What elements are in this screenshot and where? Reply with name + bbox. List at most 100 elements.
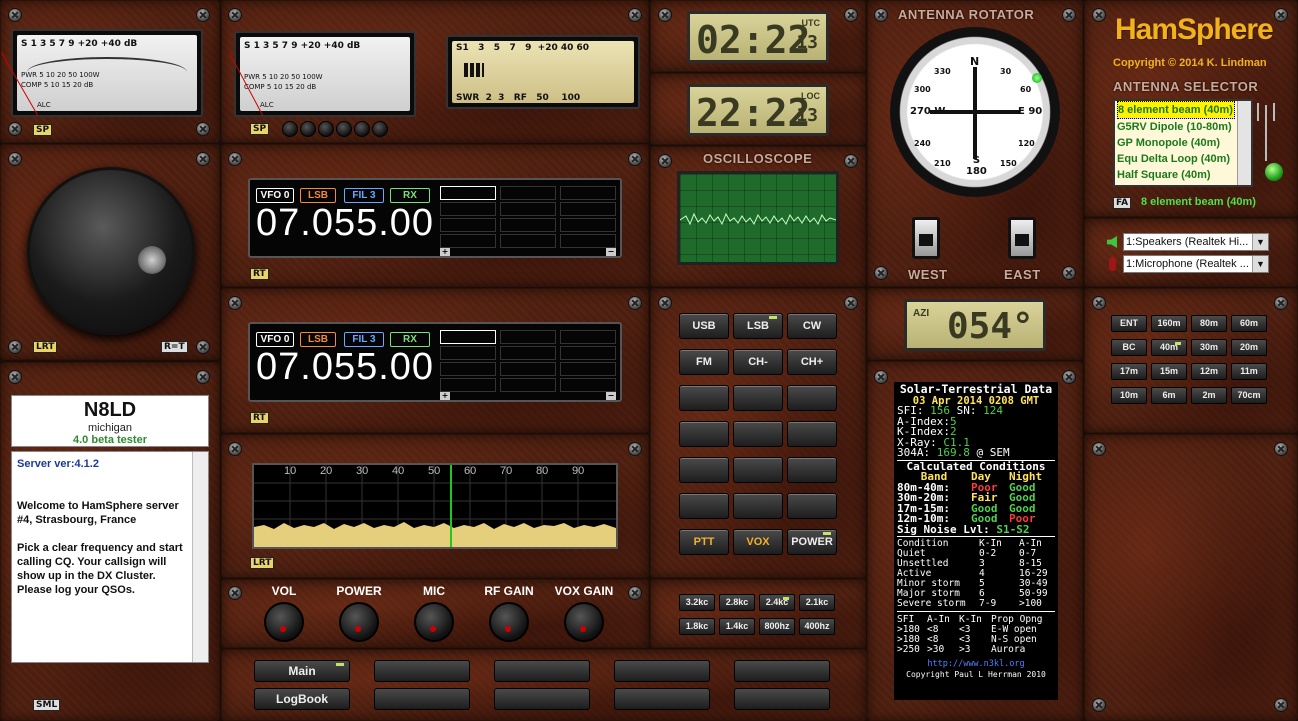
minus-icon[interactable]: − [606,248,616,256]
minus-icon[interactable]: − [606,392,616,400]
ptt-button[interactable]: PTT [679,529,729,555]
band-button[interactable]: 80m [1191,315,1227,332]
microphone-select[interactable]: 1:Microphone (Realtek ... ▼ [1123,255,1269,273]
blank-button[interactable] [787,421,837,447]
band-button[interactable]: BC [1111,339,1147,356]
memory-slot[interactable] [440,234,496,248]
usb-button[interactable]: USB [679,313,729,339]
filter-button[interactable]: 2.4kc [759,594,795,611]
memory-slot[interactable] [560,186,616,200]
vfo-display-1[interactable]: VFO 0 LSB FIL 3 RX 07.055.00 + − [248,178,622,258]
band-button[interactable]: 15m [1151,363,1187,380]
memory-slot[interactable] [500,218,556,232]
blank-button[interactable] [679,421,729,447]
band-button[interactable]: 12m [1191,363,1227,380]
fm-button[interactable]: FM [679,349,729,375]
filter-button[interactable]: 1.4kc [719,618,755,635]
blank-button[interactable] [733,385,783,411]
blank-button[interactable] [494,660,590,682]
blank-button[interactable] [787,457,837,483]
memory-slot[interactable] [560,362,616,376]
antenna-item-selected[interactable]: 8 element beam (40m) [1117,101,1235,119]
band-button[interactable]: 11m [1231,363,1267,380]
filter-button[interactable]: 800hz [759,618,795,635]
memory-slot[interactable] [440,346,496,360]
blank-button[interactable] [787,493,837,519]
memory-slot[interactable] [500,346,556,360]
band-button[interactable]: 6m [1151,387,1187,404]
rx-chip[interactable]: RX [390,332,430,347]
rx-chip[interactable]: RX [390,188,430,203]
antenna-item[interactable]: Equ Delta Loop (40m) [1117,151,1251,167]
memory-slot[interactable] [560,346,616,360]
blank-button[interactable] [614,660,710,682]
tuner-tag[interactable]: LRT [33,341,58,353]
blank-button[interactable] [733,421,783,447]
blank-button[interactable] [679,385,729,411]
vfo-chip[interactable]: VFO 0 [256,188,294,203]
logbook-button[interactable]: LogBook [254,688,350,710]
rf-gain-knob[interactable] [489,602,529,642]
memory-slot[interactable] [500,330,556,344]
user-tag[interactable]: SML [33,699,61,711]
memory-button-5[interactable] [354,121,375,150]
blank-button[interactable] [734,688,830,710]
plus-icon[interactable]: + [440,392,450,400]
tuning-dial[interactable] [27,167,195,335]
vfo-display-2[interactable]: VFO 0 LSB FIL 3 RX 07.055.00 + − [248,322,622,402]
main-button[interactable]: Main [254,660,350,682]
filter-button[interactable]: 400hz [799,618,835,635]
ch-plus-button[interactable]: CH+ [787,349,837,375]
power-knob[interactable] [339,602,379,642]
blank-button[interactable] [733,493,783,519]
server-log[interactable]: Server ver:4.1.2 Welcome to HamSphere se… [11,451,209,663]
memory-slot[interactable] [500,378,556,392]
memory-slot[interactable] [560,234,616,248]
memory-slot[interactable] [500,362,556,376]
band-button[interactable]: 60m [1231,315,1267,332]
filter-button[interactable]: 1.8kc [679,618,715,635]
vfo-chip[interactable]: VFO 0 [256,332,294,347]
memory-slot[interactable] [560,218,616,232]
blank-button[interactable] [733,457,783,483]
vfo-tag[interactable]: RT [250,412,269,424]
plus-icon[interactable]: + [440,248,450,256]
log-scrollbar[interactable] [192,452,208,662]
blank-button[interactable] [734,660,830,682]
blank-button[interactable] [679,493,729,519]
antenna-item[interactable]: Half Square (40m) [1117,167,1251,183]
memory-button-6[interactable] [372,121,393,150]
filter-chip[interactable]: FIL 3 [344,188,384,203]
compass[interactable]: N E 90 S 180 270 W 30 60 120 150 210 240… [890,27,1060,197]
memory-slot[interactable] [440,362,496,376]
band-button[interactable]: 70cm [1231,387,1267,404]
antenna-list[interactable]: 8 element beam (40m) G5RV Dipole (10-80m… [1113,99,1253,187]
memory-button-3[interactable] [318,121,339,150]
filter-chip[interactable]: FIL 3 [344,332,384,347]
vfo-frequency[interactable]: 07.055.00 [256,202,434,245]
lsb-button[interactable]: LSB [733,313,783,339]
blank-button[interactable] [494,688,590,710]
tuner-rt-tag[interactable]: R=T [161,341,188,353]
memory-slot[interactable] [500,234,556,248]
filter-button[interactable]: 3.2kc [679,594,715,611]
solar-url[interactable]: http://www.n3kl.org [897,659,1055,670]
ch-minus-button[interactable]: CH- [733,349,783,375]
cw-button[interactable]: CW [787,313,837,339]
memory-slot[interactable] [440,186,496,200]
vox-gain-knob[interactable] [564,602,604,642]
memory-slot[interactable] [440,202,496,216]
band-button-active[interactable]: 40m [1151,339,1187,356]
chevron-down-icon[interactable]: ▼ [1252,234,1268,250]
band-button[interactable]: 30m [1191,339,1227,356]
memory-button-4[interactable] [336,121,357,150]
band-button[interactable]: 160m [1151,315,1187,332]
speaker-select[interactable]: 1:Speakers (Realtek Hi... ▼ [1123,233,1269,251]
west-switch[interactable] [912,217,940,259]
mic-knob[interactable] [414,602,454,642]
band-button[interactable]: 20m [1231,339,1267,356]
mode-chip[interactable]: LSB [300,332,336,347]
vfo-tag[interactable]: RT [250,268,269,280]
vox-button[interactable]: VOX [733,529,783,555]
filter-button[interactable]: 2.1kc [799,594,835,611]
